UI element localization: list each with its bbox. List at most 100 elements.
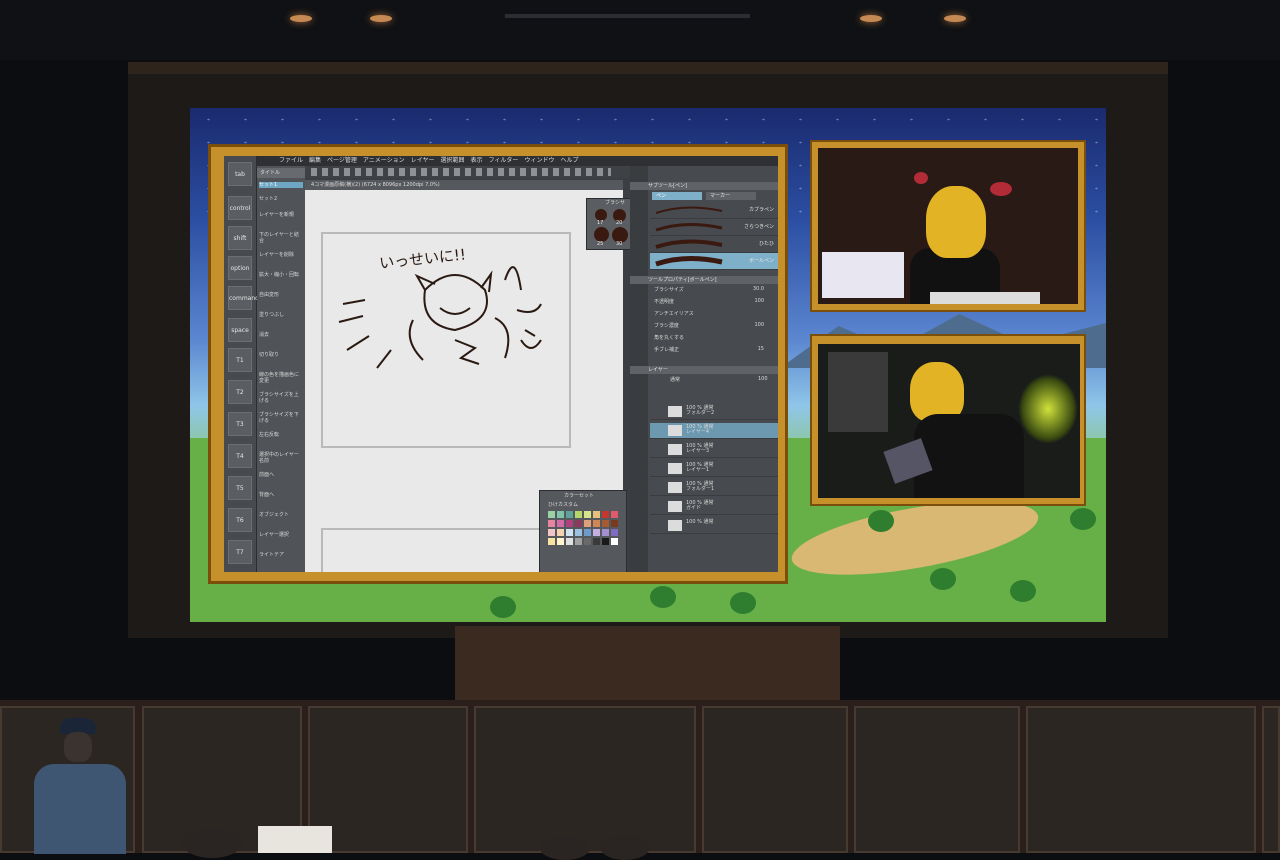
command-item[interactable]: 拡大・縮小・回転 <box>259 272 303 278</box>
shortcut-key-t7[interactable]: T7 <box>228 540 252 564</box>
color-swatch[interactable] <box>566 520 573 527</box>
color-swatch[interactable] <box>593 511 600 518</box>
command-item[interactable]: 塗りつぶし <box>259 312 303 318</box>
color-swatch[interactable] <box>602 538 609 545</box>
color-swatch[interactable] <box>611 511 618 518</box>
color-swatch[interactable] <box>584 511 591 518</box>
color-swatch[interactable] <box>548 538 555 545</box>
color-swatch[interactable] <box>548 520 555 527</box>
set-1[interactable]: セット1 <box>259 182 303 188</box>
layer-row[interactable]: 100 % 通常 <box>650 518 778 534</box>
sub-tool-tab-pen[interactable]: ペン <box>652 192 702 200</box>
color-swatch[interactable] <box>566 529 573 536</box>
command-item[interactable]: レイヤーを削除 <box>259 252 303 258</box>
color-swatch[interactable] <box>584 529 591 536</box>
shortcut-key-space[interactable]: space <box>228 318 252 342</box>
layer-row[interactable]: 100 % 通常 レイヤー3 <box>650 442 778 458</box>
shortcut-key-t5[interactable]: T5 <box>228 476 252 500</box>
menu-item[interactable]: 表示 <box>471 156 483 166</box>
color-swatch[interactable] <box>611 520 618 527</box>
command-item[interactable]: 下のレイヤーと結合 <box>259 232 303 244</box>
color-swatch[interactable] <box>566 538 573 545</box>
menu-item[interactable]: レイヤー <box>411 156 435 166</box>
menu-item[interactable]: フィルター <box>489 156 519 166</box>
color-swatch[interactable] <box>584 538 591 545</box>
shortcut-key-t1[interactable]: T1 <box>228 348 252 372</box>
color-swatch[interactable] <box>575 529 582 536</box>
sub-tool-tab-marker[interactable]: マーカー <box>706 192 756 200</box>
menu-item[interactable]: ページ管理 <box>327 156 357 166</box>
command-item[interactable]: ブラシサイズを上げる <box>259 392 303 404</box>
color-swatch[interactable] <box>575 511 582 518</box>
command-item[interactable]: 選択中のレイヤー名前 <box>259 452 303 464</box>
color-swatch[interactable] <box>548 529 555 536</box>
color-swatch[interactable] <box>557 529 564 536</box>
menu-item[interactable]: ヘルプ <box>560 156 578 166</box>
layer-row[interactable]: 100 % 通常 レイヤー1 <box>650 461 778 477</box>
shortcut-key-control[interactable]: control <box>228 196 252 220</box>
shortcut-key-t4[interactable]: T4 <box>228 444 252 468</box>
command-item[interactable]: 線の色を描画色に変更 <box>259 372 303 384</box>
layer-row[interactable]: 100 % 通常 レイヤー4 <box>650 423 778 439</box>
color-swatch[interactable] <box>584 520 591 527</box>
menu-item[interactable]: アニメーション <box>363 156 405 166</box>
shortcut-key-t3[interactable]: T3 <box>228 412 252 436</box>
command-item[interactable]: ブラシサイズを下げる <box>259 412 303 424</box>
command-item[interactable]: レイヤー選択 <box>259 532 303 538</box>
toolbar-icons[interactable] <box>311 168 611 176</box>
brush-preset[interactable]: カブラペン <box>650 202 778 219</box>
command-item[interactable]: 前面へ <box>259 472 303 478</box>
command-item[interactable]: 切り取り <box>259 352 303 358</box>
shortcut-key-tab[interactable]: tab <box>228 162 252 186</box>
color-swatch[interactable] <box>548 511 555 518</box>
command-item[interactable]: 背面へ <box>259 492 303 498</box>
canvas-tab[interactable]: 4コマ漫画原稿(横)(2) (6724 x 8096px 1200dpi 7.0… <box>305 180 623 190</box>
layer-row[interactable]: 100 % 通常 ガイド <box>650 499 778 515</box>
command-item[interactable]: オブジェクト <box>259 512 303 518</box>
color-swatch[interactable] <box>602 511 609 518</box>
tool-property-row[interactable]: アンチエイリアス <box>650 310 778 319</box>
layer-row[interactable]: 100 % 通常 フォルダー2 <box>650 404 778 420</box>
menu-item[interactable]: ファイル <box>279 156 303 166</box>
color-swatch[interactable] <box>575 520 582 527</box>
color-swatch[interactable] <box>557 538 564 545</box>
color-swatch[interactable] <box>611 538 618 545</box>
layer-blend-mode[interactable]: 通常 <box>670 376 680 383</box>
brush-size-25[interactable] <box>594 227 609 242</box>
tool-property-row[interactable]: ブラシ濃度 100 <box>650 322 778 331</box>
layer-opacity[interactable]: 100 <box>758 376 768 382</box>
shortcut-key-option[interactable]: option <box>228 256 252 280</box>
command-bar-tab[interactable]: タイトル <box>257 168 305 178</box>
menu-item[interactable]: 編集 <box>309 156 321 166</box>
brush-preset[interactable]: さらつきペン <box>650 219 778 236</box>
shortcut-key-command[interactable]: command <box>228 286 259 310</box>
tool-property-row[interactable]: 手ブレ補正 15 <box>650 346 778 355</box>
color-swatch[interactable] <box>575 538 582 545</box>
color-swatch[interactable] <box>593 520 600 527</box>
command-item[interactable]: 自由変形 <box>259 292 303 298</box>
color-swatch[interactable] <box>593 538 600 545</box>
color-swatch[interactable] <box>557 520 564 527</box>
layer-row[interactable]: 100 % 通常 フォルダー1 <box>650 480 778 496</box>
brush-preset[interactable]: ひたひ <box>650 236 778 253</box>
command-item[interactable]: 左右反転 <box>259 432 303 438</box>
command-item[interactable]: レイヤーを新規 <box>259 212 303 218</box>
menu-item[interactable]: 選択範囲 <box>441 156 465 166</box>
color-swatch[interactable] <box>593 529 600 536</box>
shortcut-key-t6[interactable]: T6 <box>228 508 252 532</box>
brush-preset[interactable]: ボールペン <box>650 253 778 270</box>
menu-item[interactable]: ウィンドウ <box>524 156 554 166</box>
color-swatch[interactable] <box>602 529 609 536</box>
shortcut-key-t2[interactable]: T2 <box>228 380 252 404</box>
color-swatch[interactable] <box>611 529 618 536</box>
command-item[interactable]: 消去 <box>259 332 303 338</box>
color-swatch[interactable] <box>602 520 609 527</box>
color-swatch[interactable] <box>566 511 573 518</box>
tool-property-row[interactable]: ブラシサイズ 30.0 <box>650 286 778 295</box>
color-swatch[interactable] <box>557 511 564 518</box>
tool-property-row[interactable]: 不透明度 100 <box>650 298 778 307</box>
set-2[interactable]: セット2 <box>259 196 303 202</box>
shortcut-key-shift[interactable]: shift <box>228 226 252 250</box>
tool-property-row[interactable]: 角を丸くする <box>650 334 778 343</box>
command-item[interactable]: ライトテア <box>259 552 303 558</box>
